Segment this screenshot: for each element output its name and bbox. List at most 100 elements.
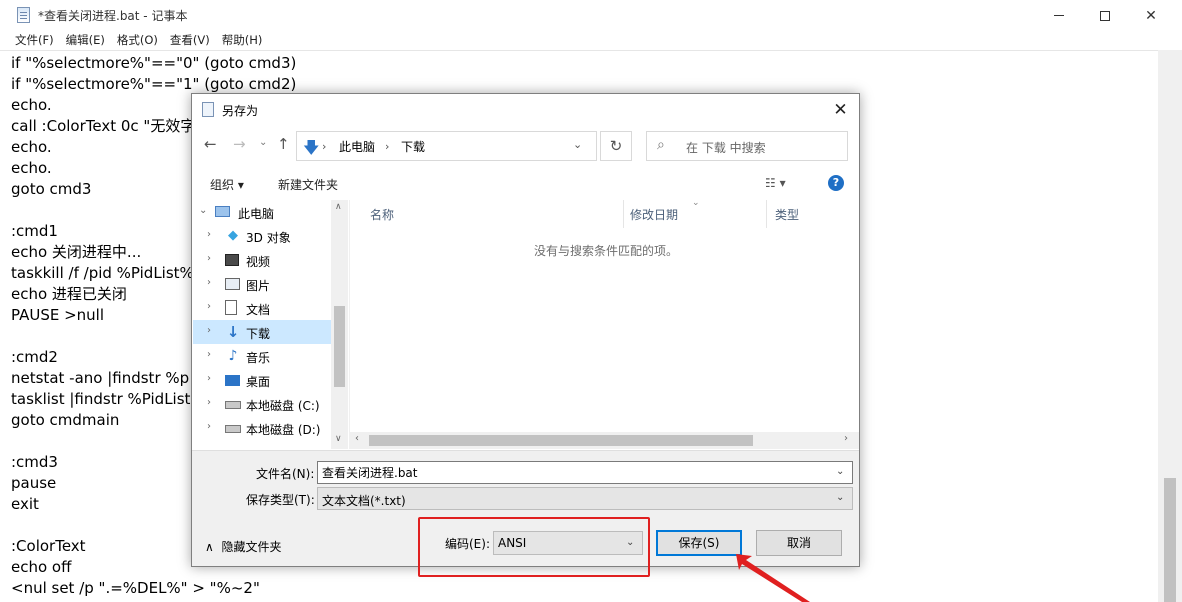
expand-arrow-icon[interactable]: ›	[207, 325, 211, 336]
expand-arrow-icon[interactable]: ›	[207, 397, 211, 408]
forward-arrow-icon[interactable]: →	[233, 135, 246, 153]
expand-arrow-icon[interactable]: ›	[207, 253, 211, 264]
downloads-folder-icon: ↓	[226, 323, 240, 341]
dialog-titlebar: 另存为 ✕	[192, 94, 859, 125]
minimize-icon	[1054, 15, 1064, 16]
tree-item-this-pc[interactable]: ⌄ 此电脑	[193, 200, 331, 224]
tree-item-label: 3D 对象	[246, 231, 291, 245]
address-bar[interactable]: 🡇 › 此电脑 › 下载 ⌄	[296, 131, 597, 161]
tree-item-label: 桌面	[246, 375, 271, 389]
expand-arrow-icon[interactable]: ›	[207, 373, 211, 384]
tree-item-drive-d[interactable]: › 本地磁盘 (D:)	[193, 416, 331, 440]
expand-arrow-icon[interactable]: ›	[207, 349, 211, 360]
breadcrumb-downloads[interactable]: 下载	[401, 138, 425, 155]
computer-icon	[215, 206, 230, 217]
hide-folders-toggle[interactable]: ∧ 隐藏文件夹	[205, 538, 281, 555]
editor-vertical-scrollbar[interactable]	[1158, 50, 1182, 602]
save-as-dialog: 另存为 ✕ ← → ⌄ ↑ 🡇 › 此电脑 › 下载 ⌄ ↻ ⌕ 在 下载 中搜…	[191, 93, 860, 567]
minimize-button[interactable]	[1036, 0, 1082, 31]
column-divider[interactable]	[766, 200, 767, 228]
tree-item-drive-c[interactable]: › 本地磁盘 (C:)	[193, 392, 331, 416]
tree-item-documents[interactable]: › 文档	[193, 296, 331, 320]
red-arrow-annotation	[736, 554, 810, 602]
refresh-icon: ↻	[609, 137, 623, 155]
file-name-label: 文件名(N):	[256, 467, 315, 481]
editor-scroll-thumb[interactable]	[1164, 478, 1176, 602]
expand-arrow-icon[interactable]: ›	[207, 421, 211, 432]
tree-scroll-thumb[interactable]	[334, 306, 345, 387]
breadcrumb-chevron-icon[interactable]: ›	[385, 140, 389, 153]
search-input[interactable]: ⌕ 在 下载 中搜索	[646, 131, 848, 161]
drive-icon	[225, 401, 241, 409]
menu-help[interactable]: 帮助(H)	[216, 31, 269, 50]
tree-item-desktop[interactable]: › 桌面	[193, 368, 331, 392]
search-icon: ⌕	[657, 137, 665, 153]
notepad-icon	[17, 7, 30, 23]
tree-item-label: 本地磁盘 (D:)	[246, 423, 321, 437]
music-folder-icon: ♪	[228, 348, 238, 364]
refresh-button[interactable]: ↻	[600, 131, 632, 161]
maximize-button[interactable]	[1082, 0, 1128, 31]
save-type-dropdown-icon[interactable]: ⌄	[836, 492, 844, 503]
scroll-down-icon[interactable]: ∨	[335, 434, 342, 444]
expand-arrow-icon[interactable]: ›	[207, 301, 211, 312]
address-dropdown-icon[interactable]: ⌄	[573, 138, 582, 151]
horizontal-scroll-thumb[interactable]	[369, 435, 753, 446]
file-name-dropdown-icon[interactable]: ⌄	[836, 466, 844, 477]
column-header-type[interactable]: 类型	[775, 206, 799, 223]
dialog-title: 另存为	[222, 104, 259, 118]
tree-item-downloads[interactable]: › ↓ 下载	[193, 320, 331, 344]
file-list-horizontal-scrollbar[interactable]: ‹ ›	[350, 432, 859, 449]
file-list[interactable]: 名称 修改日期 ⌄ 类型 没有与搜索条件匹配的项。 ‹ ›	[349, 198, 859, 449]
breadcrumb-chevron-icon[interactable]: ›	[322, 140, 326, 153]
highlight-box-annotation	[418, 517, 650, 577]
recent-locations-chevron-icon[interactable]: ⌄	[259, 137, 267, 148]
view-options-icon[interactable]: ☷ ▾	[765, 176, 786, 190]
tree-scrollbar[interactable]: ∧ ∨	[331, 200, 348, 449]
maximize-icon	[1100, 10, 1110, 21]
chevron-up-icon: ∧	[205, 540, 214, 554]
search-placeholder: 在 下载 中搜索	[686, 141, 766, 155]
column-header-name[interactable]: 名称	[370, 206, 394, 223]
new-folder-button[interactable]: 新建文件夹	[278, 176, 338, 193]
breadcrumb-this-pc[interactable]: 此电脑	[339, 138, 375, 155]
documents-folder-icon	[225, 300, 237, 315]
editor-line: <nul set /p ".=%DEL%" > "%~2"	[11, 579, 260, 597]
organize-button[interactable]: 组织 ▾	[210, 176, 244, 193]
notepad-menubar: 文件(F) 编辑(E) 格式(O) 查看(V) 帮助(H)	[0, 31, 1182, 50]
tree-item-pictures[interactable]: › 图片	[193, 272, 331, 296]
expand-arrow-icon[interactable]: ›	[207, 277, 211, 288]
save-type-select[interactable]: 文本文档(*.txt)	[317, 487, 853, 510]
close-button[interactable]: ✕	[1128, 0, 1174, 31]
sort-indicator-icon: ⌄	[692, 198, 700, 208]
up-arrow-icon[interactable]: ↑	[277, 135, 290, 153]
help-icon[interactable]: ?	[828, 175, 844, 191]
tree-item-label: 音乐	[246, 351, 271, 365]
scroll-up-icon[interactable]: ∧	[335, 202, 342, 212]
dialog-icon	[202, 102, 214, 117]
back-arrow-icon[interactable]: ←	[204, 135, 217, 153]
expand-arrow-icon[interactable]: ›	[207, 229, 211, 240]
tree-item-videos[interactable]: › 视频	[193, 248, 331, 272]
collapse-arrow-icon[interactable]: ⌄	[199, 205, 207, 216]
drive-icon	[225, 425, 241, 433]
scroll-right-icon[interactable]: ›	[844, 433, 848, 444]
column-divider[interactable]	[623, 200, 624, 228]
dialog-close-button[interactable]: ✕	[822, 94, 859, 125]
menu-format[interactable]: 格式(O)	[111, 31, 164, 50]
tree-item-music[interactable]: › ♪ 音乐	[193, 344, 331, 368]
save-type-label: 保存类型(T):	[246, 493, 315, 507]
scroll-left-icon[interactable]: ‹	[355, 433, 359, 444]
menu-edit[interactable]: 编辑(E)	[60, 31, 111, 50]
column-header-date[interactable]: 修改日期	[630, 206, 678, 223]
tree-item-label: 视频	[246, 255, 271, 269]
file-name-input[interactable]	[317, 461, 853, 484]
dialog-toolbar: 组织 ▾ 新建文件夹 ☷ ▾ ?	[192, 167, 859, 199]
menu-view[interactable]: 查看(V)	[164, 31, 216, 50]
menu-file[interactable]: 文件(F)	[0, 31, 60, 50]
navigation-tree[interactable]: ⌄ 此电脑 › ◆ 3D 对象 › 视频 › 图片 › 文档 › ↓ 下载 › …	[193, 200, 348, 449]
notepad-title: *查看关闭进程.bat - 记事本	[38, 9, 188, 23]
close-icon: ✕	[833, 99, 848, 120]
tree-item-3d-objects[interactable]: › ◆ 3D 对象	[193, 224, 331, 248]
hide-folders-label: 隐藏文件夹	[221, 540, 282, 554]
